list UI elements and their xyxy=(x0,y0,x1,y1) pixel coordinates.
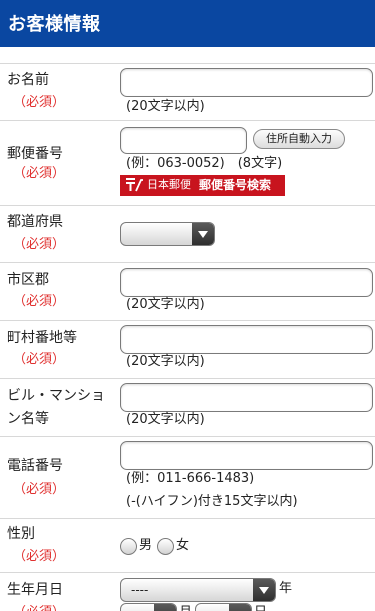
city-input[interactable] xyxy=(120,268,373,297)
postal-required: （必須） xyxy=(13,166,66,181)
month-suffix: 月 xyxy=(179,604,192,611)
phone-label: 電話番号 xyxy=(7,458,63,474)
divider xyxy=(0,572,375,573)
post-search-text: 郵便番号検索 xyxy=(199,178,272,192)
birthday-label: 生年月日 xyxy=(7,582,63,598)
gender-required: （必須） xyxy=(13,549,66,564)
street-required: （必須） xyxy=(13,352,66,367)
chevron-down-icon xyxy=(229,604,251,611)
city-label: 市区郡 xyxy=(7,272,49,288)
city-note: (20文字以内) xyxy=(126,297,205,312)
japan-post-logo-icon xyxy=(126,178,143,192)
postal-label: 郵便番号 xyxy=(7,146,63,162)
gender-male-radio[interactable] xyxy=(120,538,137,555)
building-note: (20文字以内) xyxy=(126,412,205,427)
prefecture-select[interactable] xyxy=(120,222,215,246)
gender-male-label: 男 xyxy=(139,538,153,553)
building-input[interactable] xyxy=(120,383,373,412)
street-note: (20文字以内) xyxy=(126,354,205,369)
divider xyxy=(0,378,375,379)
divider xyxy=(0,436,375,437)
birth-year-select[interactable]: ---- xyxy=(120,578,276,602)
divider xyxy=(0,205,375,206)
address-autofill-button[interactable]: 住所自動入力 xyxy=(253,129,345,149)
gender-female-label: 女 xyxy=(176,538,190,553)
gender-label: 性別 xyxy=(7,526,35,542)
name-required: （必須） xyxy=(13,95,66,110)
street-input[interactable] xyxy=(120,325,373,354)
chevron-down-icon xyxy=(192,223,214,245)
divider xyxy=(0,63,375,64)
phone-note-format: (-(ハイフン)付き15文字以内) xyxy=(126,494,298,509)
page-header: お客様情報 xyxy=(0,0,375,47)
birthday-required: （必須） xyxy=(13,603,65,611)
phone-note-example: (例：011-666-1483) xyxy=(126,471,255,486)
birth-day-select[interactable] xyxy=(195,603,252,611)
name-note: (20文字以内) xyxy=(126,99,205,114)
city-required: （必須） xyxy=(13,294,66,309)
prefecture-label: 都道府県 xyxy=(7,214,63,230)
divider xyxy=(0,262,375,263)
street-label: 町村番地等 xyxy=(7,330,77,346)
page-title: お客様情報 xyxy=(8,14,101,35)
day-suffix: 日 xyxy=(254,604,267,611)
phone-input[interactable] xyxy=(120,441,373,470)
birth-month-select[interactable] xyxy=(120,603,177,611)
phone-required: （必須） xyxy=(13,482,66,497)
divider xyxy=(0,120,375,121)
postal-code-input[interactable] xyxy=(120,127,247,154)
postal-note: (例：063-0052) (8文字) xyxy=(126,156,283,171)
post-brand-text: 日本郵便 xyxy=(147,178,191,191)
year-suffix: 年 xyxy=(279,581,293,596)
gender-female-radio[interactable] xyxy=(157,538,174,555)
chevron-down-icon xyxy=(154,604,176,611)
prefecture-required: （必須） xyxy=(13,237,66,252)
chevron-down-icon xyxy=(253,579,275,601)
divider xyxy=(0,518,375,519)
birth-year-selected-value: ---- xyxy=(131,583,149,597)
divider xyxy=(0,320,375,321)
name-label: お名前 xyxy=(7,72,49,88)
postal-code-search-link[interactable]: 日本郵便 郵便番号検索 xyxy=(120,175,285,196)
building-label-line1: ビル・マンショ xyxy=(7,388,105,404)
name-input[interactable] xyxy=(120,68,373,97)
building-label-line2: ン名等 xyxy=(7,411,49,427)
